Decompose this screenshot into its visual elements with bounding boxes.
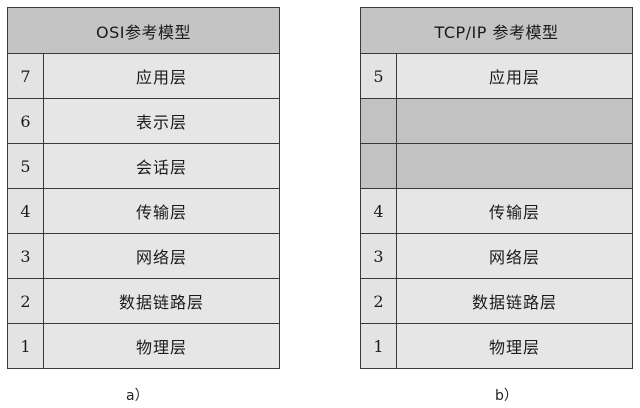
layer-number: 1 bbox=[361, 324, 397, 368]
layer-name: 物理层 bbox=[44, 324, 279, 368]
layer-name: 表示层 bbox=[44, 99, 279, 143]
osi-layer-row: 6 表示层 bbox=[8, 99, 279, 144]
layer-name: 会话层 bbox=[44, 144, 279, 188]
osi-layer-row: 4 传输层 bbox=[8, 189, 279, 234]
layer-name: 网络层 bbox=[397, 234, 632, 278]
tcpip-layer-row-empty bbox=[361, 144, 632, 189]
tcpip-model-table: TCP/IP 参考模型 5 应用层 4 传输层 3 网络层 2 数据链路层 1 … bbox=[360, 7, 633, 369]
caption-a: a） bbox=[126, 388, 149, 404]
layer-name: 传输层 bbox=[44, 189, 279, 233]
layer-number: 5 bbox=[361, 54, 397, 98]
layer-number: 4 bbox=[361, 189, 397, 233]
layer-number: 7 bbox=[8, 54, 44, 98]
layer-name: 应用层 bbox=[44, 54, 279, 98]
osi-layer-row: 2 数据链路层 bbox=[8, 279, 279, 324]
osi-model-table: OSI参考模型 7 应用层 6 表示层 5 会话层 4 传输层 3 网络层 2 … bbox=[7, 7, 280, 369]
osi-layer-row: 5 会话层 bbox=[8, 144, 279, 189]
layer-number: 5 bbox=[8, 144, 44, 188]
layer-name bbox=[397, 144, 632, 188]
layer-number bbox=[361, 144, 397, 188]
tcpip-layer-row-empty bbox=[361, 99, 632, 144]
layer-name: 网络层 bbox=[44, 234, 279, 278]
osi-layer-row: 7 应用层 bbox=[8, 54, 279, 99]
osi-model-title: OSI参考模型 bbox=[8, 8, 279, 54]
tcpip-layer-row: 4 传输层 bbox=[361, 189, 632, 234]
layer-name: 数据链路层 bbox=[397, 279, 632, 323]
tcpip-model-title: TCP/IP 参考模型 bbox=[361, 8, 632, 54]
layer-number: 2 bbox=[8, 279, 44, 323]
layer-number: 6 bbox=[8, 99, 44, 143]
layer-number: 3 bbox=[361, 234, 397, 278]
layer-name: 物理层 bbox=[397, 324, 632, 368]
osi-layer-row: 1 物理层 bbox=[8, 324, 279, 368]
layer-number: 2 bbox=[361, 279, 397, 323]
layer-number bbox=[361, 99, 397, 143]
tcpip-layer-row: 1 物理层 bbox=[361, 324, 632, 368]
layer-number: 3 bbox=[8, 234, 44, 278]
caption-b: b） bbox=[495, 388, 518, 404]
layer-name: 应用层 bbox=[397, 54, 632, 98]
layer-number: 1 bbox=[8, 324, 44, 368]
layer-name: 传输层 bbox=[397, 189, 632, 233]
layer-number: 4 bbox=[8, 189, 44, 233]
layer-name bbox=[397, 99, 632, 143]
osi-layer-row: 3 网络层 bbox=[8, 234, 279, 279]
tcpip-layer-row: 2 数据链路层 bbox=[361, 279, 632, 324]
tcpip-layer-row: 3 网络层 bbox=[361, 234, 632, 279]
tcpip-layer-row: 5 应用层 bbox=[361, 54, 632, 99]
layer-name: 数据链路层 bbox=[44, 279, 279, 323]
